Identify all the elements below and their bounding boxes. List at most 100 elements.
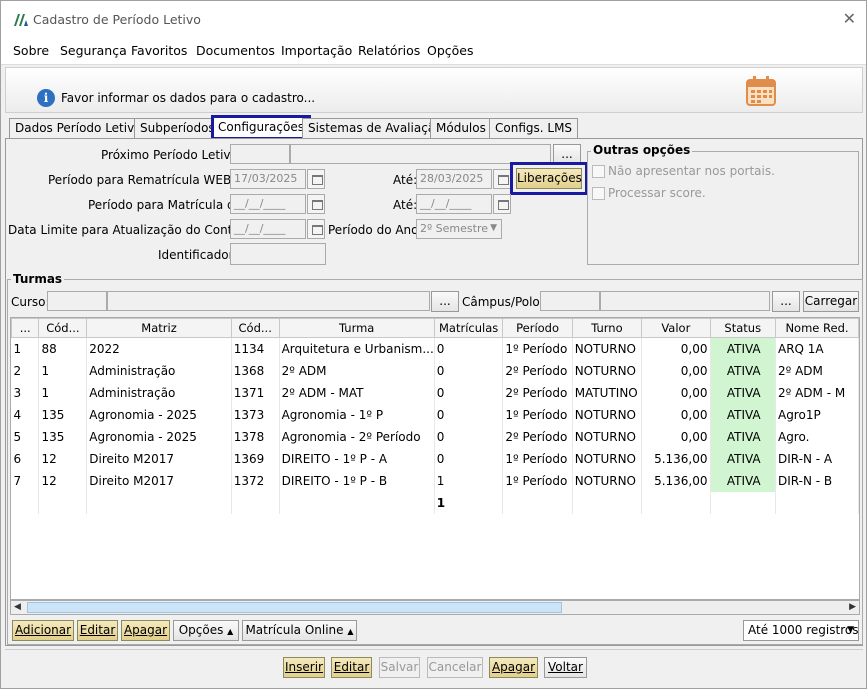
apagar-button[interactable]: Apagar	[489, 657, 538, 678]
tab-subperiodos[interactable]: Subperíodos	[134, 118, 221, 139]
menu-relatorios[interactable]: Relatórios	[358, 43, 420, 58]
tab-dados-periodo[interactable]: Dados Período Letivo	[9, 118, 148, 139]
menu-favoritos[interactable]: Favoritos	[131, 43, 187, 58]
calendar-picker-icon[interactable]	[307, 194, 325, 214]
cancelar-button[interactable]: Cancelar	[427, 657, 483, 678]
carregar-button[interactable]: Carregar	[803, 291, 859, 312]
calendar-picker-icon[interactable]	[307, 219, 325, 239]
column-header[interactable]: Valor	[641, 318, 711, 338]
menu-seguranca[interactable]: Segurança	[60, 43, 127, 58]
campus-code-field[interactable]	[540, 291, 600, 311]
curso-code-field[interactable]	[47, 291, 107, 311]
tab-configuracoes[interactable]: Configurações	[211, 115, 311, 140]
menu-sobre[interactable]: Sobre	[13, 43, 49, 58]
calendar-picker-icon[interactable]	[307, 169, 325, 189]
column-header[interactable]: Turno	[571, 318, 643, 338]
table-cell: Direito M2017	[86, 447, 232, 470]
outras-opcoes-title: Outras opções	[591, 143, 693, 157]
calendar-picker-icon[interactable]	[493, 194, 511, 214]
tab-sistemas-avaliacao[interactable]: Sistemas de Avaliação	[302, 118, 449, 139]
totals-row: 1	[11, 491, 859, 514]
adicionar-button[interactable]: Adicionar	[12, 620, 74, 641]
info-banner: i Favor informar os dados para o cadastr…	[5, 67, 863, 113]
table-cell: 2º Período	[502, 381, 573, 404]
editar-grid-button[interactable]: Editar	[77, 620, 118, 641]
inserir-label: Inserir	[285, 660, 323, 674]
menu-documentos[interactable]: Documentos	[196, 43, 275, 58]
proximo-periodo-code-field[interactable]	[230, 144, 290, 164]
table-row[interactable]: 1 88 2022 1134 Arquitetura e Urbanism... 0 1º …	[11, 337, 859, 360]
identificador-field[interactable]	[230, 243, 326, 265]
scroll-left-icon[interactable]: ◀	[14, 602, 21, 612]
column-header[interactable]: Cód...	[230, 318, 280, 338]
table-cell: 2022	[86, 337, 232, 360]
table-cell: NOTURNO	[572, 403, 643, 426]
horizontal-scrollbar[interactable]: ◀ ▶	[10, 600, 860, 615]
editar-button[interactable]: Editar	[331, 657, 372, 678]
table-cell: 0,00	[641, 359, 711, 382]
totals-cell	[231, 491, 280, 514]
opcoes-dropdown-button[interactable]: Opções ▲	[173, 620, 239, 641]
column-header[interactable]: Matrículas	[433, 318, 504, 338]
column-header[interactable]: Turma	[278, 318, 435, 338]
table-cell: 1369	[231, 447, 280, 470]
menu-bar: Sobre Segurança Favoritos Documentos Imp…	[1, 37, 866, 65]
table-row[interactable]: 7 12 Direito M2017 1372 DIREITO - 1º P - B11…	[11, 469, 859, 492]
data-limite-label: Data Limite para Atualização do Contrato…	[8, 223, 261, 237]
table-row[interactable]: 2 1 Administração 1368 2º ADM 0 2º Período NOTU…	[11, 359, 859, 382]
table-cell: 1º Período	[502, 469, 573, 492]
totals-cell	[775, 491, 859, 514]
periodo-ano-select[interactable]: 2º Semestre ▼	[416, 219, 502, 239]
menu-opcoes[interactable]: Opções	[427, 43, 474, 58]
inserir-button[interactable]: Inserir	[283, 657, 325, 678]
matricula-ate-field[interactable]: __/__/____	[416, 194, 492, 214]
column-header[interactable]: Período	[502, 318, 573, 338]
table-cell: 1	[38, 381, 88, 404]
column-header[interactable]: Cód...	[38, 318, 88, 338]
apagar-grid-button[interactable]: Apagar	[121, 620, 170, 641]
table-cell: 1368	[231, 359, 280, 382]
rematricula-ate-field[interactable]: 28/03/2025	[416, 169, 492, 189]
periodo-ano-value: 2º Semestre	[420, 222, 489, 235]
salvar-button[interactable]: Salvar	[379, 657, 420, 678]
menu-importacao[interactable]: Importação	[281, 43, 352, 58]
campus-lookup-button[interactable]: ...	[772, 291, 800, 312]
chevron-up-icon: ▲	[347, 627, 354, 636]
table-cell: Agronomia - 2º Período	[279, 425, 435, 448]
title-bar: Cadastro de Período Letivo ✕	[1, 1, 866, 37]
table-row[interactable]: 4 135 Agronomia - 2025 1373 Agronomia - 1º P…	[11, 403, 859, 426]
cancelar-label: Cancelar	[428, 660, 482, 674]
curso-name-field[interactable]	[107, 291, 430, 311]
nao-apresentar-checkbox[interactable]	[592, 165, 605, 178]
table-cell: 1	[434, 469, 504, 492]
voltar-button[interactable]: Voltar	[544, 657, 587, 678]
curso-lookup-button[interactable]: ...	[431, 291, 459, 312]
limit-select[interactable]: Até 1000 registros ▼	[743, 620, 859, 641]
rematricula-de-field[interactable]: 17/03/2025	[230, 169, 306, 189]
calendar-picker-icon[interactable]	[493, 169, 511, 189]
column-header[interactable]: ...	[11, 318, 40, 338]
campus-name-field[interactable]	[600, 291, 770, 311]
table-row[interactable]: 3 1 Administração 1371 2º ADM - MAT 0 2º Perío…	[11, 381, 859, 404]
scroll-right-icon[interactable]: ▶	[849, 602, 856, 612]
matricula-ate-label: Até:	[393, 198, 418, 212]
matricula-de-field[interactable]: __/__/____	[230, 194, 306, 214]
table-row[interactable]: 5 135 Agronomia - 2025 1378 Agronomia - 2º P…	[11, 425, 859, 448]
column-header[interactable]: Status	[709, 318, 776, 338]
proximo-periodo-name-field[interactable]	[290, 144, 551, 164]
table-cell: Agro1P	[775, 403, 859, 426]
table-cell: NOTURNO	[572, 359, 643, 382]
table-row[interactable]: 6 12 Direito M2017 1369 DIREITO - 1º P - A01…	[11, 447, 859, 470]
table-cell: 4	[11, 403, 40, 426]
matricula-online-button[interactable]: Matrícula Online ▲	[242, 620, 357, 641]
liberacoes-button[interactable]: Liberações	[516, 168, 582, 189]
table-cell: Administração	[86, 359, 232, 382]
close-icon[interactable]: ✕	[843, 9, 856, 28]
column-header[interactable]: Matriz	[86, 318, 232, 338]
tab-modulos[interactable]: Módulos	[430, 118, 492, 139]
column-header[interactable]: Nome Red.	[774, 318, 859, 338]
scrollbar-thumb[interactable]	[27, 602, 562, 613]
processar-score-checkbox[interactable]	[592, 187, 605, 200]
data-limite-field[interactable]: __/__/____	[230, 219, 306, 239]
tab-configs-lms[interactable]: Configs. LMS	[489, 118, 579, 139]
